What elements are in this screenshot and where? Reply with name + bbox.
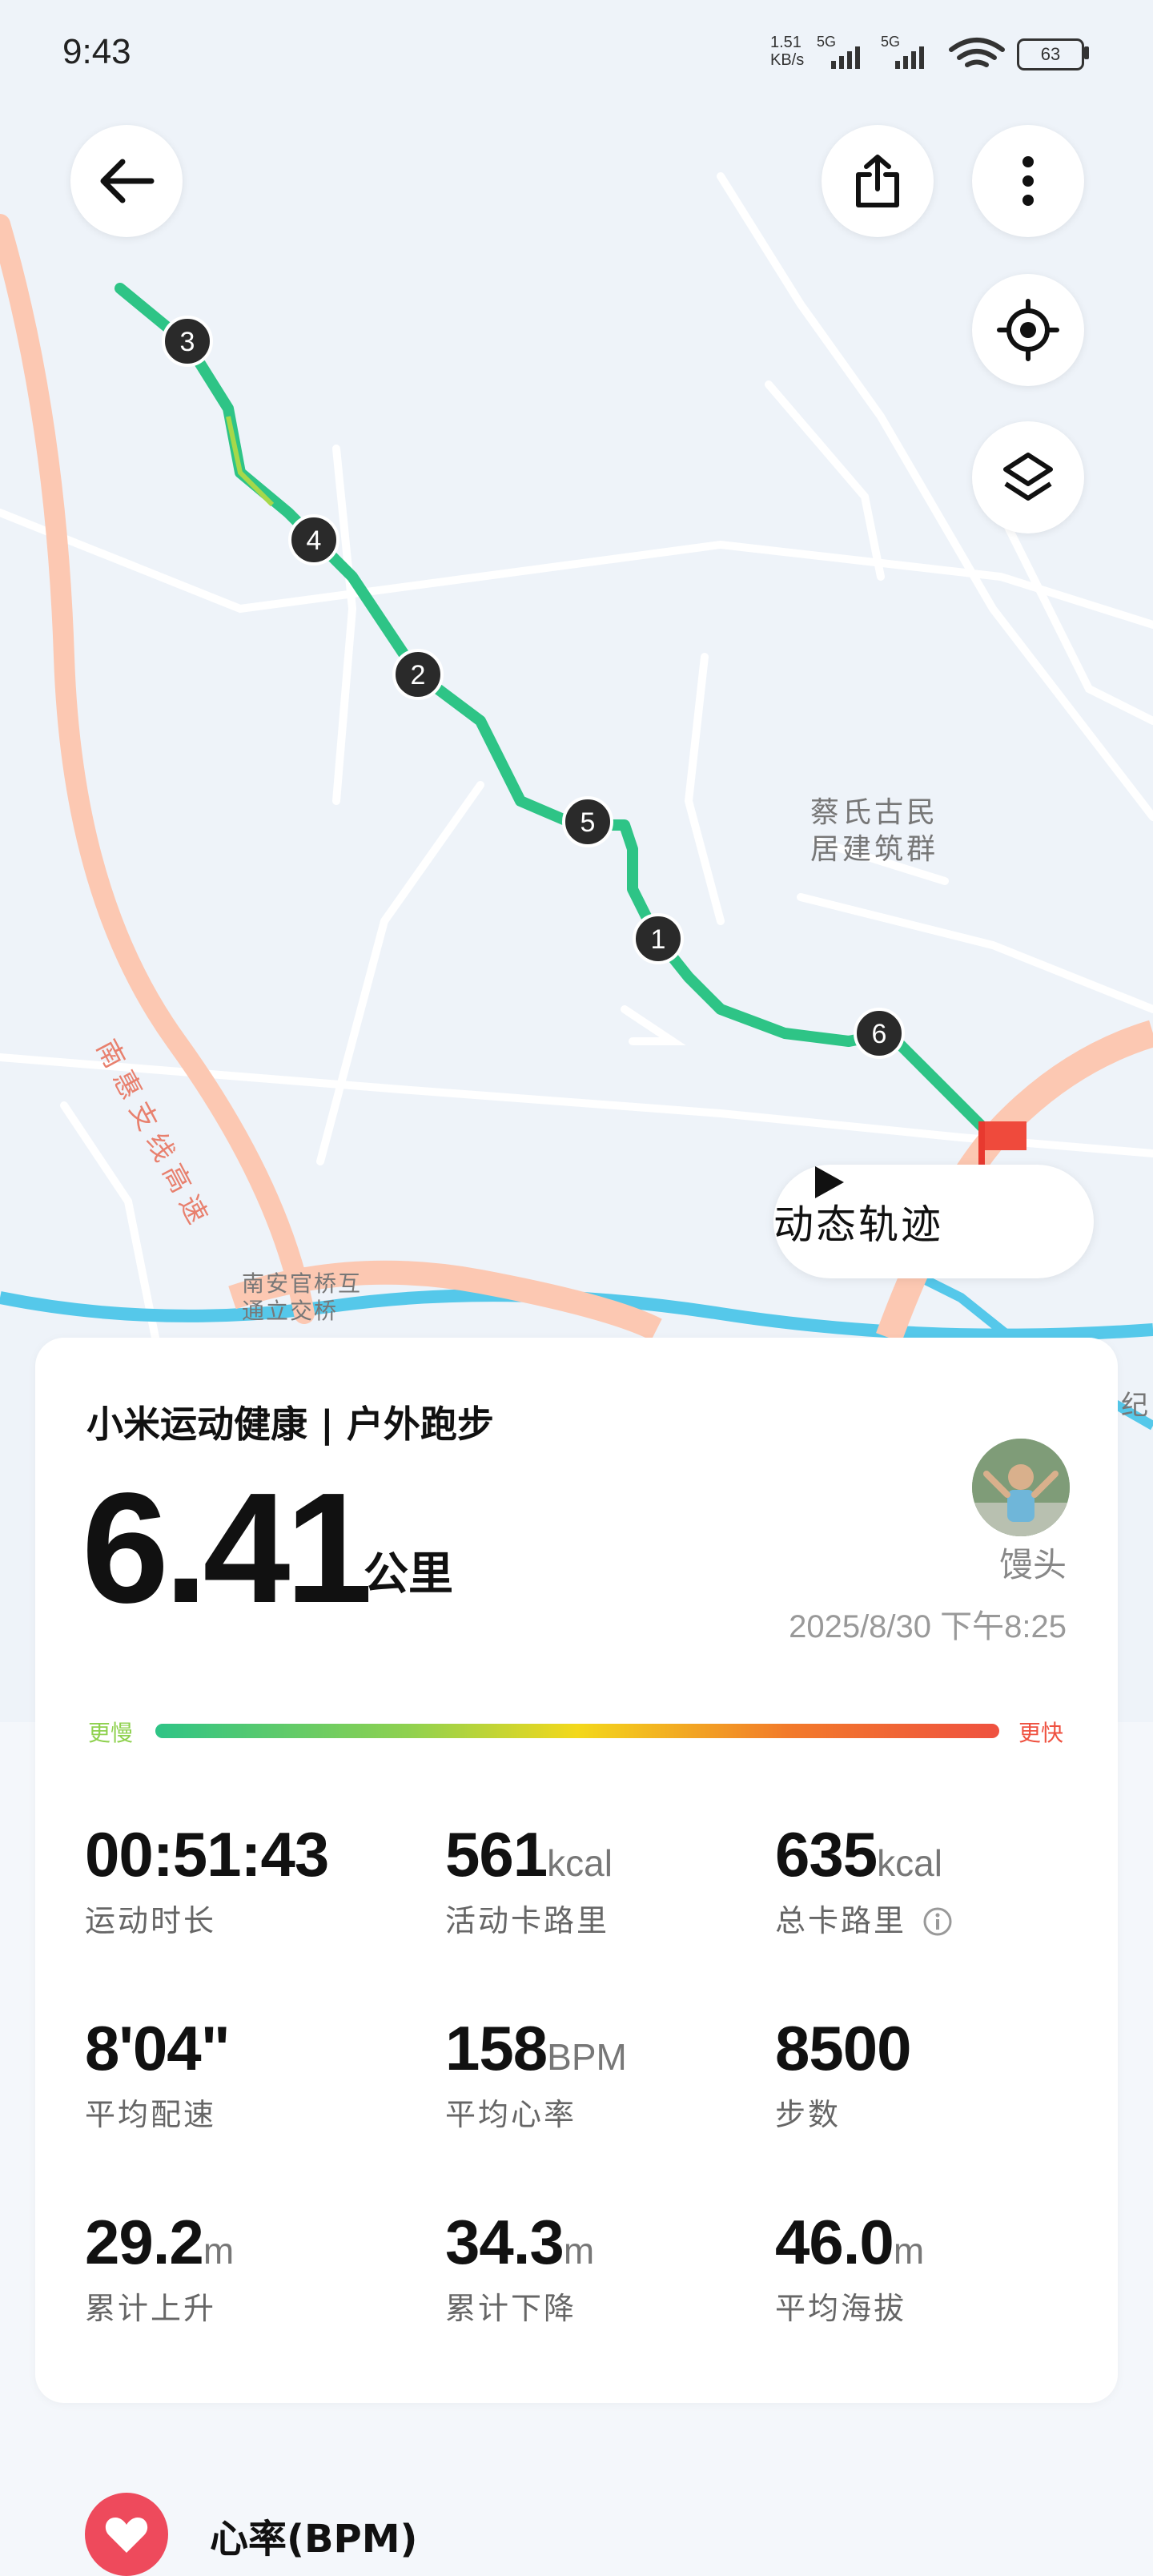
stat-steps: 8500 步数 [775,2013,912,2132]
svg-text:4: 4 [307,525,322,556]
locate-button[interactable] [972,274,1084,386]
avatar-photo [972,1439,1070,1536]
workout-summary-card: 小米运动健康 | 户外跑步 6.41 公里 馒头 2025/8/30 下午8:2… [35,1338,1118,2403]
route-marker-4: 4 [288,514,339,566]
map-label-edge: 纪 [1121,1390,1151,1422]
heart-rate-title: 心率(BPM) [210,2517,418,2562]
net-speed: 1.51 KB/s [770,34,805,69]
share-icon [856,155,899,207]
heart-rate-icon-badge [85,2493,168,2576]
layers-button[interactable] [972,421,1084,533]
stat-elevation-loss: 34.3m 累计下降 [445,2207,595,2326]
arrow-left-icon [100,159,155,203]
heart-icon [105,2518,148,2553]
battery-tip [1084,46,1089,59]
svg-text:5G: 5G [817,34,836,50]
route-marker-5: 5 [562,796,613,847]
play-icon [815,1166,844,1198]
route-marker-1: 1 [633,913,684,964]
stat-total-calories: 635kcal 总卡路里 [775,1818,954,1940]
stat-elevation-gain: 29.2m 累计上升 [85,2207,235,2326]
dynamic-track-label: 动态轨迹 [773,1201,943,1248]
pace-slow-label: 更慢 [88,1720,134,1746]
workout-title: 小米运动健康 | 户外跑步 [86,1403,494,1446]
map-label-village: 蔡氏古民 居建筑群 [810,796,939,866]
map-label-interchange: 南安官桥互 通立交桥 [242,1270,363,1324]
svg-text:3: 3 [180,327,195,357]
locate-icon [997,299,1059,361]
svg-text:1: 1 [651,924,666,955]
pace-fast-label: 更快 [1018,1720,1064,1746]
user-name: 馒头 [998,1545,1067,1584]
avatar[interactable] [972,1439,1070,1536]
info-icon[interactable] [922,1906,954,1938]
route-marker-6: 6 [854,1008,905,1059]
distance-unit: 公里 [364,1548,453,1600]
svg-text:5G: 5G [881,34,900,50]
pace-gradient-bar [155,1724,999,1738]
dynamic-track-button[interactable]: 动态轨迹 [773,1165,1094,1278]
status-time: 9:43 [62,32,131,71]
more-vertical-icon [1022,156,1034,206]
battery-icon: 63 [1017,38,1084,70]
workout-datetime: 2025/8/30 下午8:25 [789,1609,1067,1644]
stat-duration: 00:51:43 运动时长 [85,1819,329,1938]
heart-rate-section[interactable]: 心率(BPM) [0,2467,1153,2576]
stat-avg-pace: 8'04" 平均配速 [85,2013,231,2132]
stat-active-calories: 561kcal 活动卡路里 [445,1819,613,1938]
route-marker-2: 2 [392,649,444,700]
status-bar: 9:43 1.51 KB/s 5G 5G 63 [0,0,1153,112]
svg-text:6: 6 [872,1019,887,1049]
more-button[interactable] [972,125,1084,237]
wifi-icon [949,38,1005,67]
svg-text:5: 5 [581,807,596,838]
svg-text:2: 2 [411,660,426,690]
distance-value: 6.41 [82,1460,372,1636]
route-marker-3: 3 [162,316,213,367]
stat-avg-heart-rate: 158BPM 平均心率 [445,2013,627,2132]
layers-icon [1003,453,1053,501]
share-button[interactable] [822,125,934,237]
back-button[interactable] [70,125,183,237]
stat-avg-altitude: 46.0m 平均海拔 [775,2207,925,2326]
